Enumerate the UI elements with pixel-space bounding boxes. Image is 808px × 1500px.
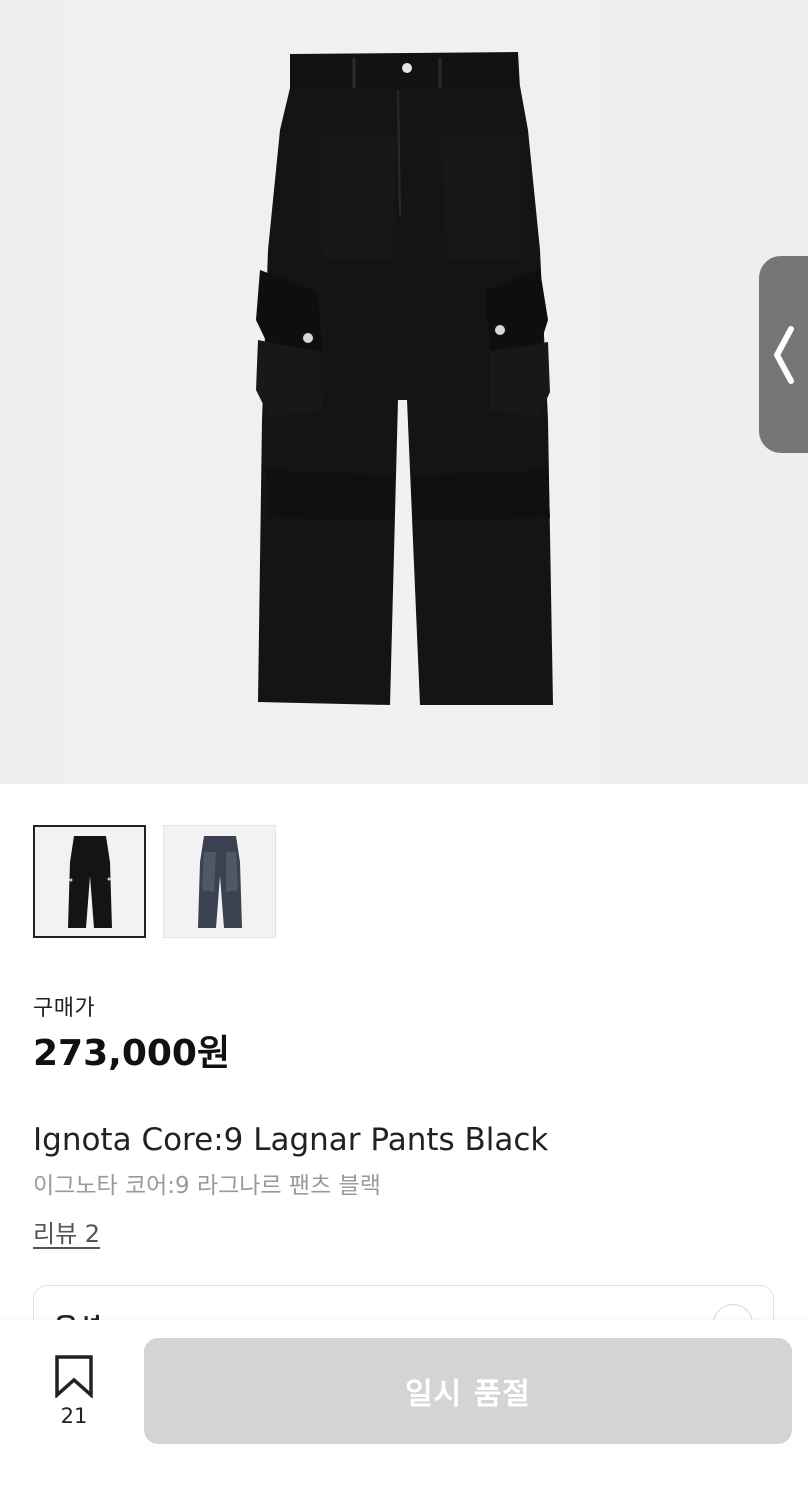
thumbnail-black[interactable] (33, 825, 146, 938)
price-label: 구매가 (33, 996, 96, 1021)
chevron-left-icon (774, 325, 794, 384)
bookmark-count: 21 (60, 1404, 88, 1428)
price-value: 273,000원 (33, 1033, 231, 1074)
product-name-ko: 이그노타 코어:9 라그나르 팬츠 블랙 (33, 1173, 381, 1199)
thumbnail-washed-grey[interactable] (163, 825, 276, 938)
bottom-action-bar: 21 일시 품절 (0, 1320, 808, 1500)
bookmark-icon (55, 1355, 93, 1399)
thumbnail-list (33, 825, 276, 938)
pants-image (256, 52, 553, 705)
side-panel-tab[interactable] (759, 256, 808, 453)
review-link[interactable]: 리뷰 2 (33, 1214, 100, 1249)
thumbnail-black-image (67, 835, 112, 928)
product-name-en: Ignota Core:9 Lagnar Pants Black (33, 1122, 549, 1158)
bookmark-button[interactable]: 21 (50, 1354, 98, 1428)
product-hero-image[interactable] (0, 0, 808, 784)
soldout-button[interactable]: 일시 품절 (144, 1338, 792, 1444)
thumbnail-grey-image (197, 835, 242, 928)
